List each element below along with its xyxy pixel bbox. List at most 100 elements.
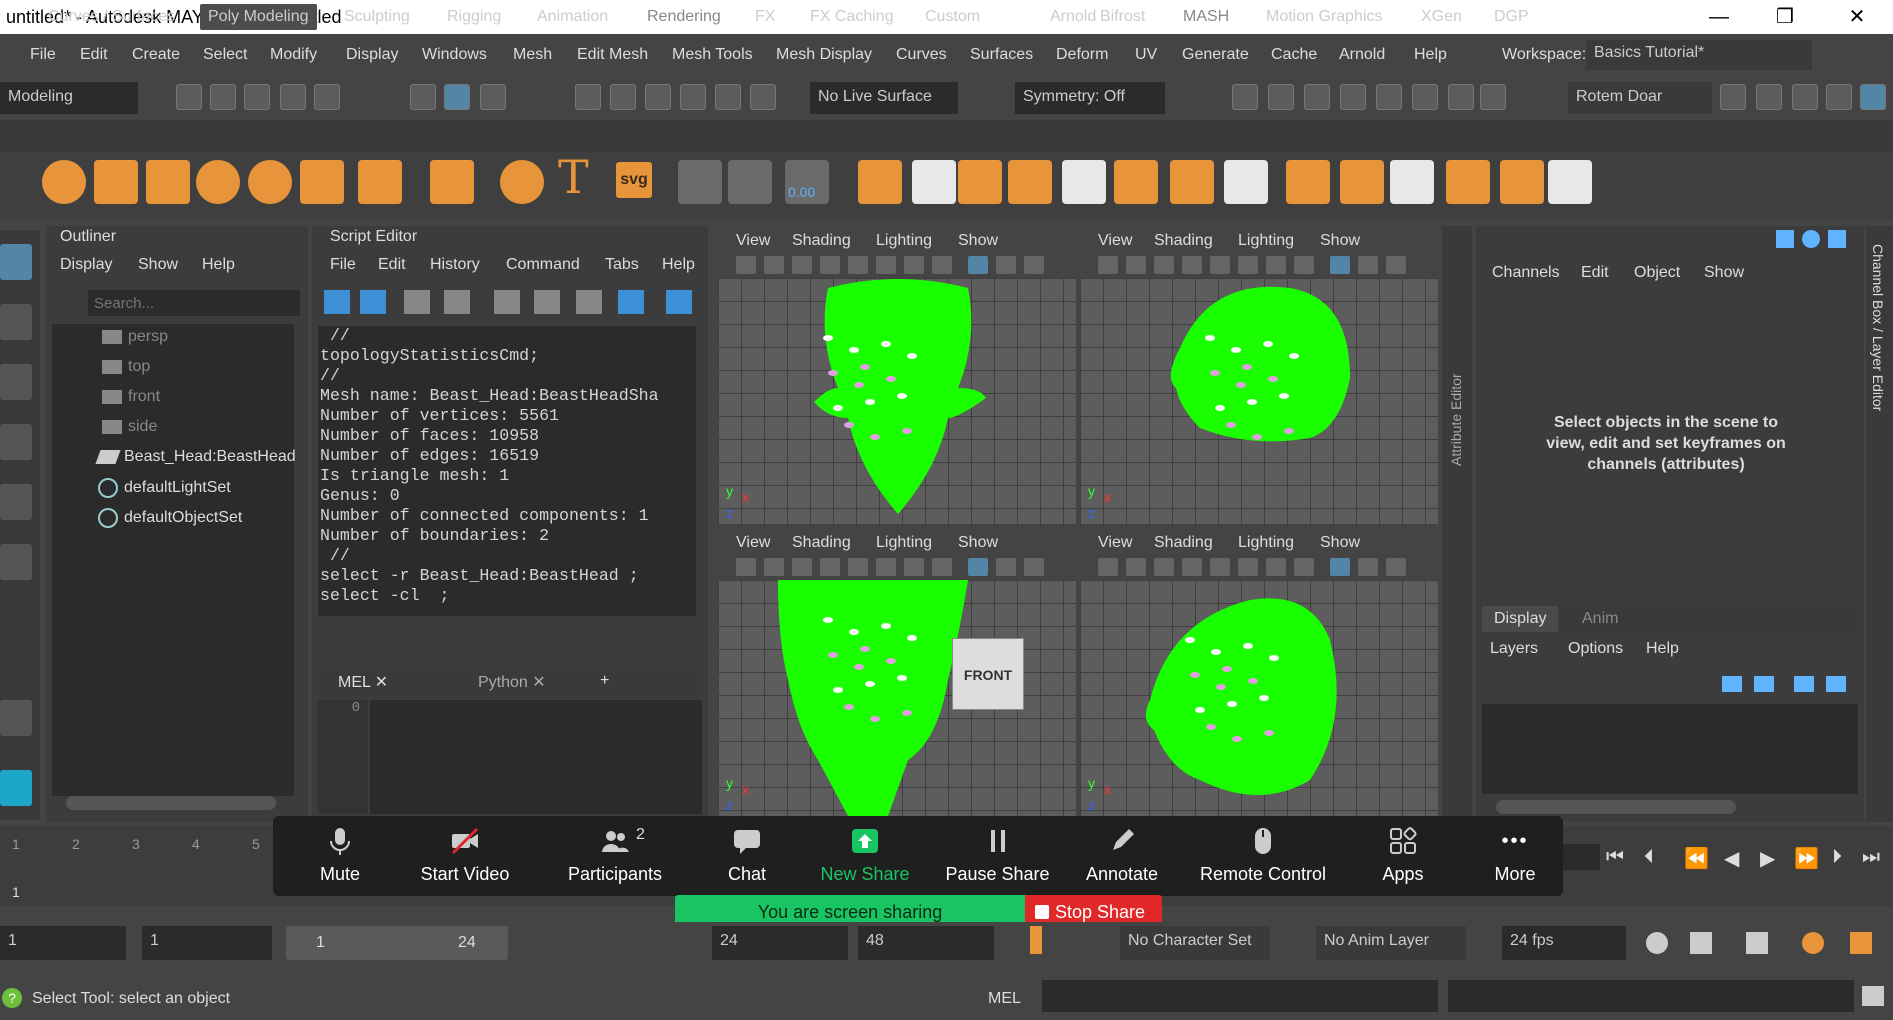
outliner-item-default-light-set[interactable]: defaultLightSet bbox=[98, 478, 231, 498]
command-language-label[interactable]: MEL bbox=[988, 990, 1021, 1008]
save-script-icon[interactable] bbox=[404, 290, 430, 314]
new-share-button[interactable]: New Share bbox=[810, 826, 920, 885]
snap-pivot-icon[interactable] bbox=[750, 84, 776, 110]
sphere-icon[interactable] bbox=[42, 160, 86, 204]
menu-select[interactable]: Select bbox=[203, 46, 247, 64]
select-component-icon[interactable] bbox=[480, 84, 506, 110]
bevel-icon[interactable] bbox=[1008, 160, 1052, 204]
menu-display[interactable]: Display bbox=[346, 46, 398, 64]
ipr-render-icon[interactable] bbox=[1304, 84, 1330, 110]
layer-menu-help[interactable]: Help bbox=[1646, 640, 1679, 658]
viewport-menu-show[interactable]: Show bbox=[958, 534, 998, 552]
show-input-icon[interactable] bbox=[666, 290, 692, 314]
viewport-toolbar-icon[interactable] bbox=[996, 256, 1016, 274]
user-account[interactable]: Rotem Doar bbox=[1568, 82, 1712, 114]
end-time-field[interactable]: 48 bbox=[858, 926, 994, 960]
layer-tab-anim[interactable]: Anim bbox=[1570, 606, 1630, 632]
script-history-output[interactable]: //topologyStatisticsCmd;//Mesh name: Bea… bbox=[318, 326, 696, 616]
cut-sew-icon[interactable] bbox=[1500, 160, 1544, 204]
shelf-tab-bifrost[interactable]: Bifrost bbox=[1100, 8, 1145, 26]
new-layer-selected-icon[interactable] bbox=[1826, 676, 1846, 692]
next-key-icon[interactable]: ⏩ bbox=[1794, 846, 1819, 871]
anim-layer-select[interactable]: No Anim Layer bbox=[1316, 926, 1466, 960]
shelf-tab-animation[interactable]: Animation bbox=[537, 8, 608, 26]
annotate-button[interactable]: Annotate bbox=[1072, 826, 1172, 885]
channel-menu-object[interactable]: Object bbox=[1634, 264, 1680, 282]
viewport-toolbar-icon[interactable] bbox=[764, 256, 784, 274]
show-history-icon[interactable] bbox=[618, 290, 644, 314]
shelf-tab-mash[interactable]: MASH bbox=[1183, 8, 1229, 26]
more-button[interactable]: ••• More bbox=[1480, 826, 1550, 885]
shelf-tab-arnold[interactable]: Arnold bbox=[1050, 8, 1096, 26]
soft-select-icon[interactable] bbox=[1548, 160, 1592, 204]
shelf-tab-curves-surfaces[interactable]: Curves / Surfaces bbox=[48, 8, 175, 26]
planar-map-icon[interactable] bbox=[1340, 160, 1384, 204]
shelf-tab-custom[interactable]: Custom bbox=[925, 8, 980, 26]
menu-windows[interactable]: Windows bbox=[422, 46, 487, 64]
live-surface-field[interactable]: No Live Surface bbox=[810, 82, 958, 114]
viewport-toolbar-icon[interactable] bbox=[1024, 558, 1044, 576]
torus-icon[interactable] bbox=[248, 160, 292, 204]
remote-control-button[interactable]: Remote Control bbox=[1190, 826, 1336, 885]
workspace-select[interactable]: Basics Tutorial* bbox=[1586, 40, 1812, 70]
beast-head-mesh[interactable]: y xz bbox=[1080, 278, 1438, 524]
step-forward-icon[interactable]: ⏵ bbox=[1832, 846, 1842, 869]
script-menu-file[interactable]: File bbox=[330, 256, 356, 274]
viewport-toolbar-icon[interactable] bbox=[1330, 558, 1350, 576]
clear-input-icon[interactable] bbox=[534, 290, 560, 314]
script-menu-help[interactable]: Help bbox=[662, 256, 695, 274]
start-video-button[interactable]: Start Video bbox=[410, 826, 520, 885]
close-tab-icon[interactable]: ✕ bbox=[532, 674, 545, 691]
viewport-toolbar-icon[interactable] bbox=[904, 558, 924, 576]
superellipse-icon[interactable] bbox=[500, 160, 544, 204]
current-time-field[interactable] bbox=[1560, 844, 1600, 870]
chat-button[interactable]: Chat bbox=[710, 826, 784, 885]
platonic-icon[interactable] bbox=[430, 160, 474, 204]
close-tab-icon[interactable]: ✕ bbox=[375, 674, 388, 691]
channel-menu-show[interactable]: Show bbox=[1704, 264, 1744, 282]
separate-icon[interactable] bbox=[912, 160, 956, 204]
viewport-menu-view[interactable]: View bbox=[1098, 534, 1132, 552]
start-time-field[interactable]: 1 bbox=[0, 926, 126, 960]
paint-tool-icon[interactable] bbox=[0, 364, 32, 400]
viewport-menu-show[interactable]: Show bbox=[958, 232, 998, 250]
viewport-toolbar-icon[interactable] bbox=[1098, 256, 1118, 274]
viewport-menu-show[interactable]: Show bbox=[1320, 232, 1360, 250]
rotate-tool-icon[interactable] bbox=[0, 484, 32, 520]
viewport-toolbar-icon[interactable] bbox=[1154, 558, 1174, 576]
play-forward-icon[interactable]: ▶ bbox=[1760, 846, 1775, 871]
open-scene-icon[interactable] bbox=[210, 84, 236, 110]
mute-button[interactable]: Mute bbox=[300, 826, 380, 885]
viewport-toolbar-icon[interactable] bbox=[1182, 558, 1202, 576]
viewport-toolbar-icon[interactable] bbox=[1024, 256, 1044, 274]
bridge-icon[interactable] bbox=[1062, 160, 1106, 204]
outliner-menu-help[interactable]: Help bbox=[202, 256, 235, 274]
menu-generate[interactable]: Generate bbox=[1182, 46, 1249, 64]
tab-mel[interactable]: MEL ✕ bbox=[338, 672, 388, 692]
plane-icon[interactable] bbox=[300, 160, 344, 204]
select-hierarchy-icon[interactable] bbox=[410, 84, 436, 110]
range-slider[interactable]: 1 24 bbox=[286, 926, 508, 960]
menu-mesh-display[interactable]: Mesh Display bbox=[776, 46, 872, 64]
script-menu-history[interactable]: History bbox=[430, 256, 480, 274]
render-settings-icon[interactable] bbox=[1340, 84, 1366, 110]
attribute-editor-toggle-icon[interactable] bbox=[1792, 84, 1818, 110]
pipe-icon[interactable] bbox=[728, 160, 772, 204]
sweep-icon[interactable] bbox=[678, 160, 722, 204]
symmetry-field[interactable]: Symmetry: Off bbox=[1015, 82, 1165, 114]
redo-icon[interactable] bbox=[314, 84, 340, 110]
apps-button[interactable]: Apps bbox=[1370, 826, 1436, 885]
viewport-toolbar-icon[interactable] bbox=[1126, 558, 1146, 576]
viewport-menu-shading[interactable]: Shading bbox=[792, 534, 851, 552]
viewport-toolbar-icon[interactable] bbox=[1210, 558, 1230, 576]
channel-box-toggle-icon[interactable] bbox=[1860, 84, 1886, 110]
viewport-menu-view[interactable]: View bbox=[736, 534, 770, 552]
uv-icon[interactable] bbox=[1286, 160, 1330, 204]
sound-icon[interactable] bbox=[1746, 932, 1768, 954]
viewport-toolbar-icon[interactable] bbox=[736, 256, 756, 274]
beast-head-mesh[interactable]: y xz bbox=[1080, 580, 1438, 816]
channel-box-sync-icon[interactable] bbox=[1802, 230, 1820, 248]
viewport-menu-lighting[interactable]: Lighting bbox=[1238, 534, 1294, 552]
shelf-tab-rigging[interactable]: Rigging bbox=[447, 8, 501, 26]
render-setup-icon[interactable] bbox=[1412, 84, 1438, 110]
